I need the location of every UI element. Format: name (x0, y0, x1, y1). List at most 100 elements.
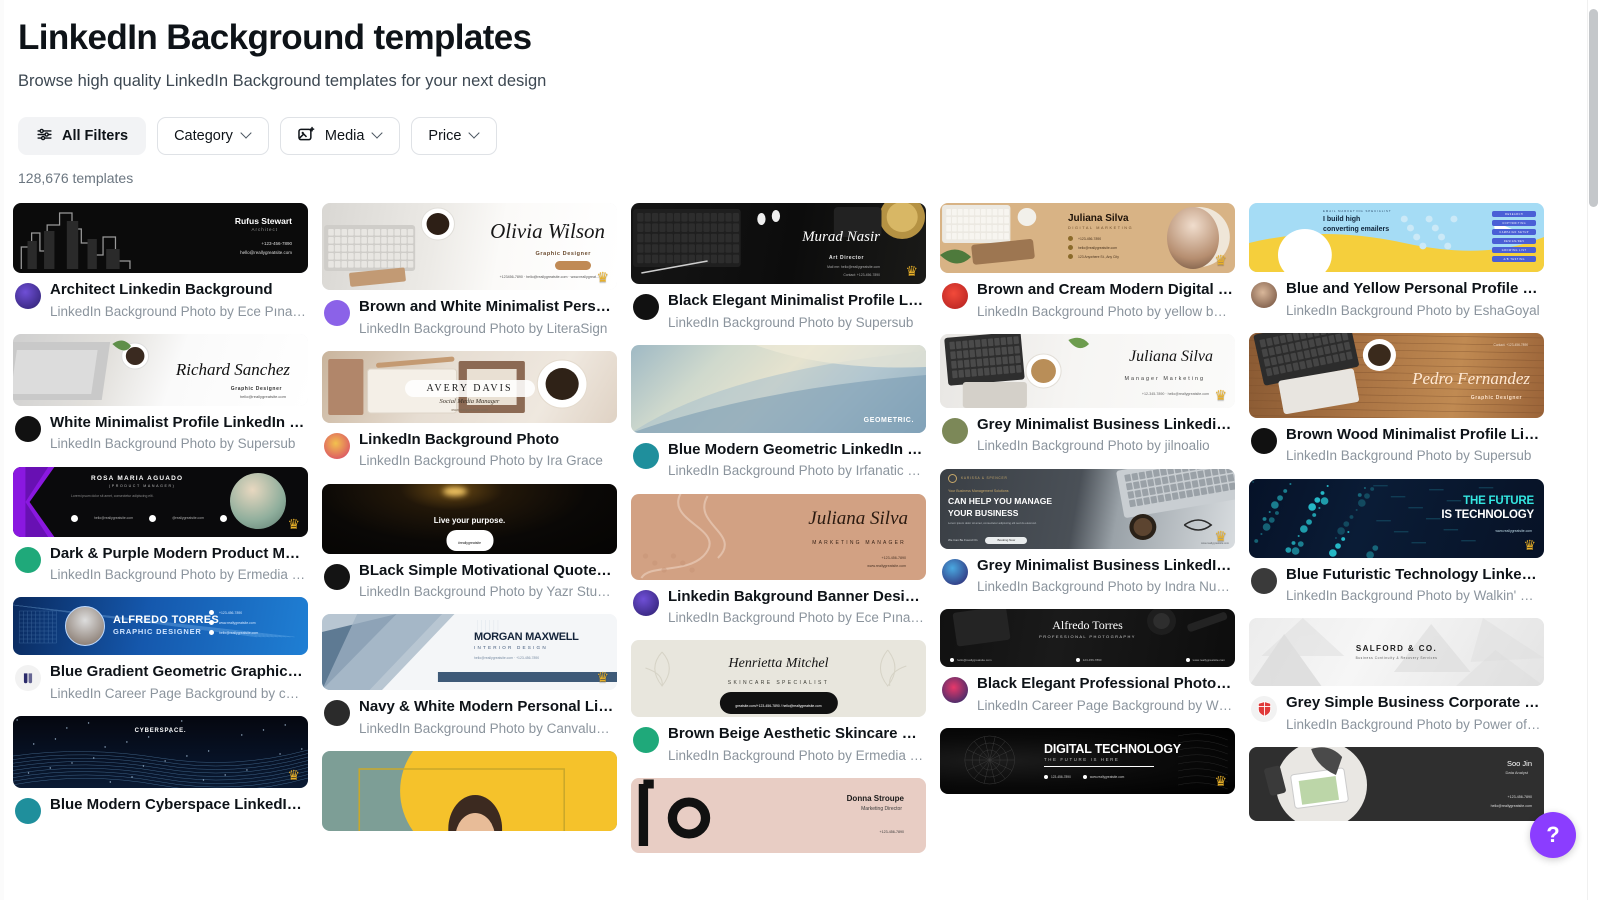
author-avatar[interactable] (633, 442, 659, 469)
author-avatar[interactable] (324, 700, 350, 727)
price-filter-button[interactable]: Price (411, 117, 498, 156)
template-card[interactable]: Rufus Stewart Architect +123-456-7890 he… (13, 203, 308, 321)
template-title[interactable]: Grey Minimalist Business Linkedin B... (977, 415, 1233, 435)
template-card[interactable]: Juliana Silva MARKETING MANAGER +123-456… (631, 493, 926, 628)
template-thumbnail[interactable]: MORGAN MAXWELL INTERIOR DESIGN hello@rea… (322, 614, 617, 691)
author-avatar[interactable] (1251, 427, 1277, 454)
template-thumbnail[interactable]: Rufus Stewart Architect +123-456-7890 he… (13, 203, 308, 274)
author-avatar[interactable] (15, 283, 41, 310)
author-avatar[interactable] (633, 727, 659, 754)
template-thumbnail[interactable]: CYBERSPACE. ♛ (13, 716, 308, 789)
template-author[interactable]: LinkedIn Background Photo by Ira Grace (359, 452, 615, 470)
template-title[interactable]: Blue and Yellow Personal Profile Lin... (1286, 279, 1542, 299)
template-card[interactable]: KARISSA & SPENCER Your Business Manageme… (940, 468, 1235, 597)
template-title[interactable]: Brown and White Minimalist Person... (359, 297, 615, 317)
author-avatar[interactable] (942, 558, 968, 585)
help-button[interactable]: ? (1530, 812, 1576, 858)
author-avatar[interactable] (633, 294, 659, 321)
template-thumbnail[interactable]: Juliana Silva Manager Marketing +12-345-… (940, 333, 1235, 408)
author-avatar[interactable] (324, 300, 350, 327)
template-author[interactable]: LinkedIn Background Photo by Power of Vi… (1286, 716, 1542, 734)
template-title[interactable]: Blue Gradient Geometric Graphic De... (50, 662, 306, 682)
template-thumbnail[interactable]: Alfredo Torres PROFESSIONAL PHOTOGRAPHY … (940, 609, 1235, 668)
template-card[interactable]: Pedro Fernandez Graphic Designer Contact… (1249, 332, 1544, 466)
template-card[interactable]: Soo Jin Data Analyst +123-456-7890 hello… (1249, 747, 1544, 822)
template-thumbnail[interactable]: EMAIL MARKETING SPECIALIST I build high … (1249, 203, 1544, 273)
author-avatar[interactable] (324, 563, 350, 590)
template-thumbnail[interactable]: Juliana Silva MARKETING MANAGER +123-456… (631, 493, 926, 580)
template-author[interactable]: LinkedIn Background Photo by Ece Pınar N… (50, 303, 306, 321)
template-author[interactable]: LinkedIn Background Photo by Ermedia Stu… (50, 566, 306, 584)
template-thumbnail[interactable]: Henrietta Mitchel SKINCARE SPECIALIST gr… (631, 640, 926, 718)
template-author[interactable]: LinkedIn Background Photo by Ece Pınar N… (668, 609, 924, 627)
template-card[interactable]: AVERY DAVIS Social Media Manager www.rea… (322, 350, 617, 471)
template-title[interactable]: LinkedIn Background Photo (359, 430, 615, 450)
author-avatar[interactable] (324, 432, 350, 459)
template-card[interactable]: EMAIL MARKETING SPECIALIST I build high … (1249, 203, 1544, 320)
template-thumbnail[interactable]: Juliana Silva DIGITAL MARKETING +123-456… (940, 203, 1235, 274)
all-filters-button[interactable]: All Filters (18, 117, 147, 156)
template-title[interactable]: Blue Futuristic Technology LinkedIn ... (1286, 565, 1542, 585)
template-title[interactable]: Brown Beige Aesthetic Skincare Spe... (668, 724, 924, 744)
template-card[interactable]: Olivia Wilson Graphic Designer +123456-7… (322, 203, 617, 338)
template-author[interactable]: LinkedIn Background Photo by jilnoalio (977, 437, 1233, 455)
template-thumbnail[interactable] (322, 751, 617, 832)
template-author[interactable]: LinkedIn Career Page Background by Wiran… (977, 697, 1233, 715)
template-thumbnail[interactable]: ALFREDO TORRES GRAPHIC DESIGNER +123-456… (13, 597, 308, 656)
author-avatar[interactable] (15, 546, 41, 573)
author-avatar[interactable] (15, 415, 41, 442)
template-card[interactable]: Juliana Silva Manager Marketing +12-345-… (940, 333, 1235, 456)
template-card[interactable]: Donna Stroupe Marketing Director +123-45… (631, 778, 926, 854)
template-title[interactable]: Blue Modern Cyberspace LinkedIn B... (50, 795, 306, 815)
template-card[interactable]: Henrietta Mitchel SKINCARE SPECIALIST gr… (631, 640, 926, 765)
template-thumbnail[interactable]: SALFORD & CO. Business Continuity & Reco… (1249, 618, 1544, 687)
template-title[interactable]: Navy & White Modern Personal Link... (359, 697, 615, 717)
template-thumbnail[interactable]: Donna Stroupe Marketing Director +123-45… (631, 778, 926, 854)
template-title[interactable]: Linkedin Bakground Banner Design f... (668, 587, 924, 607)
template-title[interactable]: Brown Wood Minimalist Profile Linke... (1286, 425, 1542, 445)
template-title[interactable]: White Minimalist Profile LinkedIn Ba... (50, 413, 306, 433)
author-avatar[interactable] (942, 677, 968, 704)
template-author[interactable]: LinkedIn Background Photo by yellow bana… (977, 303, 1233, 321)
author-avatar[interactable] (15, 798, 41, 825)
template-author[interactable]: LinkedIn Background Photo by LiteraSign (359, 320, 615, 338)
template-author[interactable]: LinkedIn Background Photo by Supersub (50, 435, 306, 453)
template-thumbnail[interactable]: Olivia Wilson Graphic Designer +123456-7… (322, 203, 617, 291)
template-thumbnail[interactable]: GEOMETRIC. (631, 344, 926, 433)
page-scrollbar[interactable] (1587, 0, 1600, 900)
author-avatar[interactable] (942, 417, 968, 444)
template-thumbnail[interactable]: Murad Nasir Art Director Mail me: hello@… (631, 203, 926, 285)
template-author[interactable]: LinkedIn Background Photo by Ermedia Stu… (668, 747, 924, 765)
template-card[interactable]: CYBERSPACE. ♛ Blue Modern Cyberspace Link… (13, 716, 308, 825)
template-author[interactable]: LinkedIn Background Photo by Canvalue.st… (359, 720, 615, 738)
media-filter-button[interactable]: Media (279, 117, 401, 156)
template-card[interactable]: Live your purpose. #reallygreatsite BLac… (322, 483, 617, 602)
template-thumbnail[interactable]: DIGITAL TECHNOLOGY THE FUTURE IS HERE 12… (940, 728, 1235, 795)
template-card[interactable]: Murad Nasir Art Director Mail me: hello@… (631, 203, 926, 332)
author-avatar[interactable] (1251, 696, 1277, 723)
template-card[interactable]: SALFORD & CO. Business Continuity & Reco… (1249, 618, 1544, 734)
template-title[interactable]: Brown and Cream Modern Digital M... (977, 280, 1233, 300)
template-card[interactable]: ALFREDO TORRES GRAPHIC DESIGNER +123-456… (13, 597, 308, 703)
template-title[interactable]: Black Elegant Professional Photogra... (977, 674, 1233, 694)
author-avatar[interactable] (1251, 282, 1277, 309)
template-title[interactable]: Architect Linkedin Background (50, 280, 306, 300)
template-title[interactable]: Dark & Purple Modern Product Mana... (50, 544, 306, 564)
template-thumbnail[interactable]: Pedro Fernandez Graphic Designer Contact… (1249, 332, 1544, 418)
template-author[interactable]: LinkedIn Background Photo by Supersub (1286, 447, 1542, 465)
author-avatar[interactable] (15, 665, 41, 692)
author-avatar[interactable] (942, 283, 968, 310)
template-title[interactable]: Grey Simple Business Corporate Lin... (1286, 693, 1542, 713)
template-card[interactable] (322, 751, 617, 832)
template-thumbnail[interactable]: Richard Sanchez Graphic Designer hello@r… (13, 333, 308, 406)
scrollbar-thumb[interactable] (1589, 9, 1598, 207)
template-thumbnail[interactable]: Soo Jin Data Analyst +123-456-7890 hello… (1249, 747, 1544, 822)
template-author[interactable]: LinkedIn Background Photo by Indra Nugra… (977, 578, 1233, 596)
template-author[interactable]: LinkedIn Career Page Background by cavan… (50, 685, 306, 703)
template-thumbnail[interactable]: Live your purpose. #reallygreatsite (322, 483, 617, 554)
template-title[interactable]: BLack Simple Motivational Quote Li... (359, 561, 615, 581)
template-thumbnail[interactable]: KARISSA & SPENCER Your Business Manageme… (940, 468, 1235, 549)
template-card[interactable]: Alfredo Torres PROFESSIONAL PHOTOGRAPHY … (940, 609, 1235, 715)
template-author[interactable]: LinkedIn Background Photo by Yazr Studio (359, 583, 615, 601)
author-avatar[interactable] (1251, 567, 1277, 594)
